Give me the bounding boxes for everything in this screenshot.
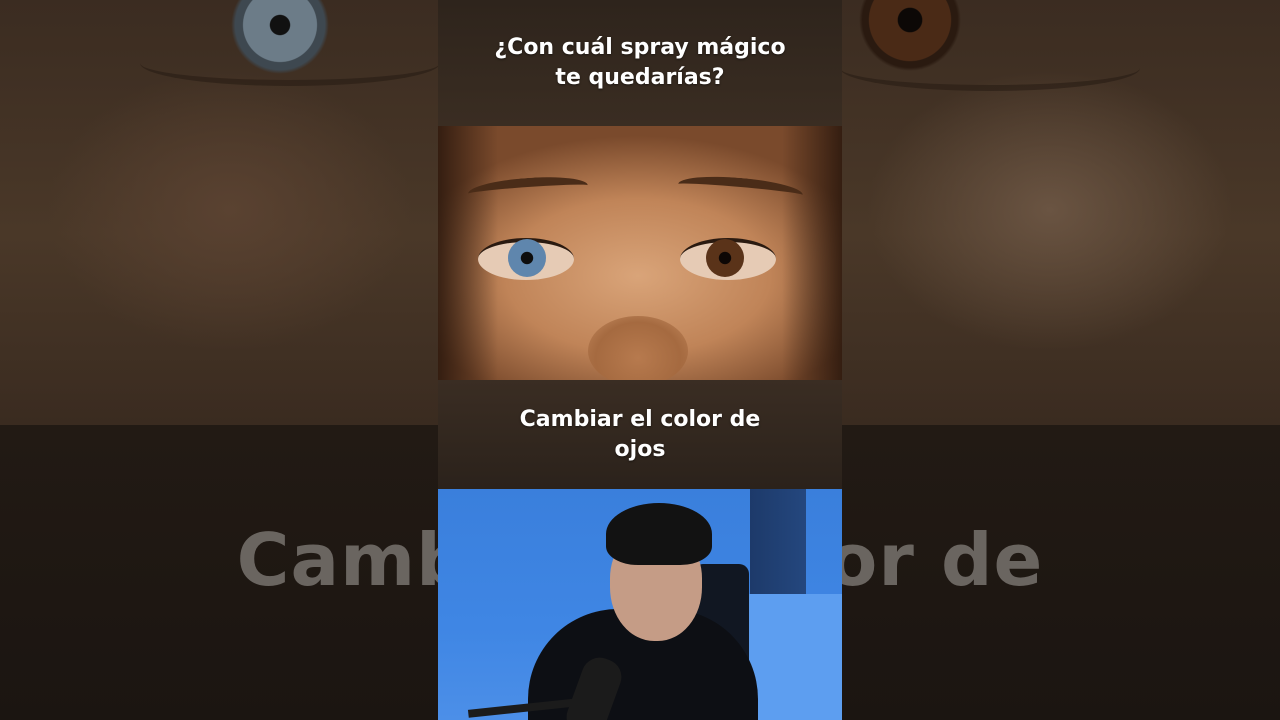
short-video-frame[interactable]: ¿Con cuál spray mágico te quedarías? Cam… (438, 0, 842, 720)
answer-banner: Cambiar el color de ojos (438, 380, 842, 489)
webcam-feed (438, 489, 842, 720)
answer-caption: Cambiar el color de ojos (519, 406, 761, 462)
streamer-hair (606, 503, 712, 565)
question-banner: ¿Con cuál spray mágico te quedarías? (438, 0, 842, 126)
background-door (750, 489, 806, 599)
face-closeup-image (438, 126, 842, 380)
nose (588, 316, 688, 380)
blue-iris (508, 239, 546, 277)
shadow-right (782, 126, 842, 380)
brown-iris (706, 239, 744, 277)
question-caption: ¿Con cuál spray mágico te quedarías? (494, 35, 786, 90)
